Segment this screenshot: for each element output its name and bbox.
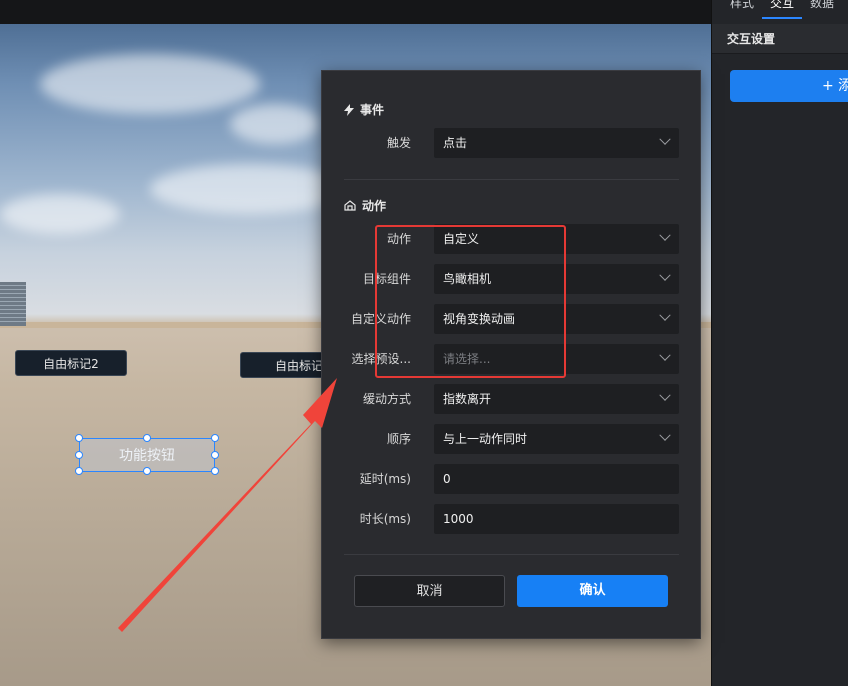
annotation-arrow: [118, 378, 337, 632]
